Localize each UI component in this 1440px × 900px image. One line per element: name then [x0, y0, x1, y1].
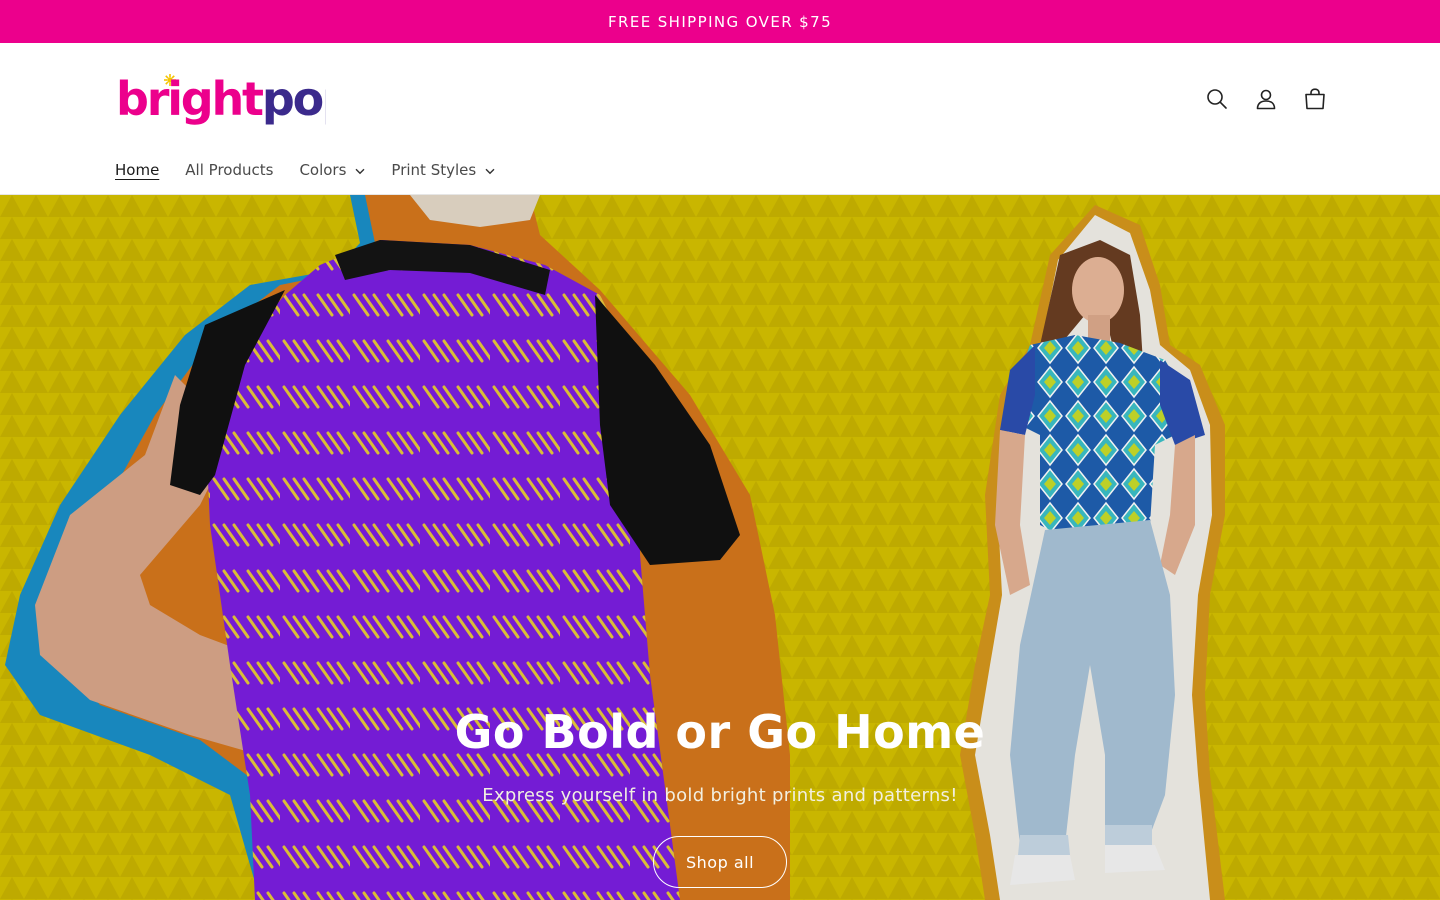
announcement-bar: FREE SHIPPING OVER $75: [0, 0, 1440, 43]
cart-button[interactable]: [1301, 84, 1328, 114]
nav-item-home[interactable]: Home: [115, 161, 159, 179]
chevron-down-icon: [355, 168, 365, 174]
svg-text:brightpop: brightpop: [116, 72, 326, 126]
search-icon: [1206, 89, 1227, 109]
nav-item-label: Colors: [299, 161, 347, 179]
shop-all-button[interactable]: Shop all: [653, 836, 787, 888]
nav-item-label: Home: [115, 161, 160, 179]
nav-item-colors[interactable]: Colors: [299, 161, 365, 179]
account-icon: [1256, 89, 1275, 110]
brand-logo-image: brightpop: [116, 72, 326, 126]
cart-icon: [1304, 88, 1325, 110]
announcement-text: FREE SHIPPING OVER $75: [607, 12, 833, 31]
main-nav: Home All Products Colors Print Styles: [115, 161, 521, 179]
hero-subtitle: Express yourself in bold bright prints a…: [482, 785, 958, 806]
account-button[interactable]: [1252, 84, 1279, 114]
brand-logo[interactable]: brightpop: [116, 71, 326, 131]
header-icons: [1203, 84, 1328, 114]
nav-item-all-products[interactable]: All Products: [185, 161, 273, 179]
site-header: brightpop Home All Products: [0, 43, 1440, 195]
hero-title: Go Bold or Go Home: [454, 705, 986, 759]
nav-item-print-styles[interactable]: Print Styles: [391, 161, 495, 179]
chevron-down-icon: [485, 168, 495, 174]
nav-item-label: All Products: [185, 161, 274, 179]
search-button[interactable]: [1203, 84, 1230, 114]
hero-banner: Go Bold or Go Home Express yourself in b…: [0, 195, 1440, 900]
nav-item-label: Print Styles: [391, 161, 477, 179]
